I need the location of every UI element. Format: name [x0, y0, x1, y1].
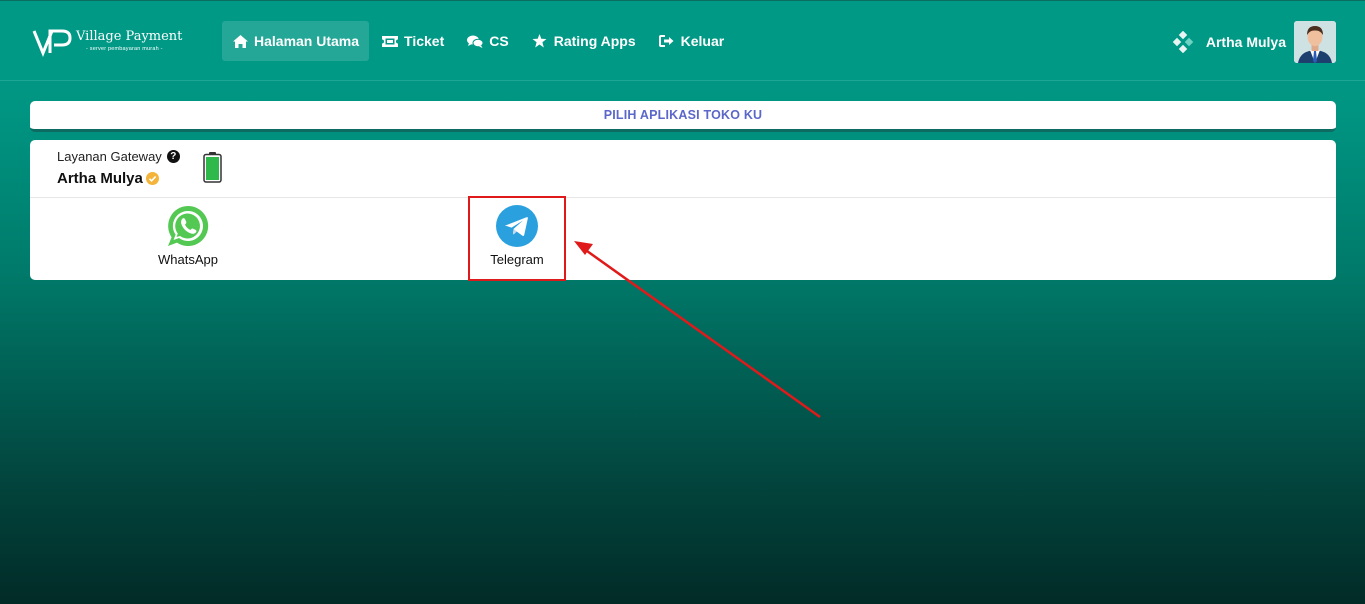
annotation-arrow — [574, 241, 821, 419]
